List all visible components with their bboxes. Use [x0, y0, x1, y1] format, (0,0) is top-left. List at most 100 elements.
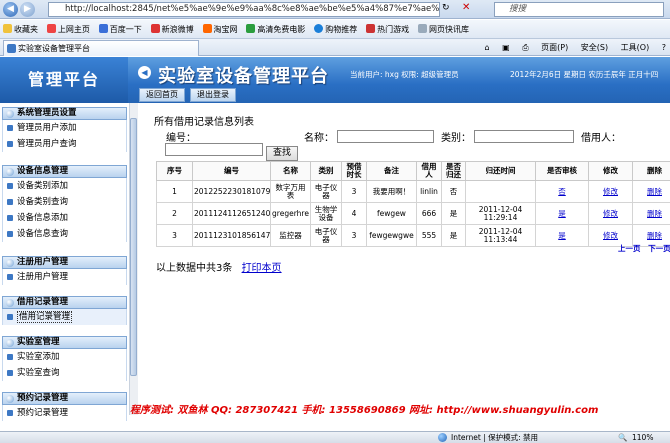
sidebar-item-label: 管理员用户添加 [17, 123, 77, 133]
query-button[interactable]: 查找 [266, 146, 298, 161]
edit-link[interactable]: 修改 [588, 180, 633, 203]
page-menu[interactable]: 页面(P) [541, 43, 568, 52]
user-info: 当前用户: hxg 权限: 超级管理员 [350, 70, 459, 79]
cell-audited-link[interactable]: 是 [535, 202, 589, 225]
zoom-icon[interactable]: 🔍 [618, 432, 627, 443]
delete-link[interactable]: 删除 [632, 180, 670, 203]
logout-button[interactable]: 退出登录 [190, 88, 236, 102]
cell-audited-link[interactable]: 否 [535, 180, 589, 203]
section-icon [6, 168, 14, 176]
favorite-item[interactable]: 新浪微博 [148, 20, 197, 39]
sidebar-section-header[interactable]: 预约记录管理 [2, 392, 127, 405]
favorite-item[interactable]: 淘宝网 [200, 20, 241, 39]
stop-icon[interactable]: ✕ [462, 2, 470, 13]
url-field[interactable]: http://localhost:2845/net%e5%ae%9e%e9%aa… [48, 2, 440, 17]
code-input[interactable] [165, 143, 263, 156]
sidebar-item-borrow[interactable]: 借用记录管理 [2, 309, 127, 325]
delete-link[interactable]: 删除 [632, 202, 670, 225]
sidebar-item-label: 实验室查询 [17, 368, 60, 378]
command-bar: ⌂ ▣ ⎙ 页面(P) 安全(S) 工具(O) ? [474, 40, 666, 55]
home-icon[interactable]: ⌂ [484, 43, 489, 52]
sidebar-section-lab: 实验室管理 实验室添加 实验室查询 [2, 336, 127, 381]
section-title: 注册用户管理 [17, 257, 69, 267]
favorite-label: 百度一下 [109, 25, 142, 34]
sidebar-section-header[interactable]: 借用记录管理 [2, 296, 127, 309]
sidebar-item-label: 设备类别查询 [17, 197, 69, 207]
edit-link[interactable]: 修改 [588, 202, 633, 225]
table-row: 2 20111241126512408 gregerhre 生物学设备 4 fe… [156, 202, 670, 225]
favorite-item[interactable]: 百度一下 [96, 20, 145, 39]
sidebar-section-header[interactable]: 系统管理员设置 [2, 107, 127, 120]
sidebar-item-label: 注册用户管理 [17, 272, 69, 282]
zone-status: Internet | 保护模式: 禁用 [451, 433, 538, 442]
help-icon[interactable]: ? [662, 43, 666, 52]
cell-code: 2012252230181079 [192, 180, 271, 203]
cell-returned: 是 [441, 202, 466, 225]
sidebar-item-label: 设备信息添加 [17, 213, 69, 223]
sidebar-section-header[interactable]: 注册用户管理 [2, 256, 127, 269]
sidebar-item-admin-add[interactable]: 管理员用户添加 [2, 120, 127, 136]
bullet-icon [7, 199, 13, 205]
favorites-button[interactable]: 收藏夹 [0, 20, 41, 39]
favorite-item[interactable]: 网页快讯库 [415, 20, 472, 39]
column-header: 借用人 [416, 161, 442, 181]
forward-icon[interactable]: ▶ [20, 2, 35, 17]
tools-menu[interactable]: 工具(O) [621, 43, 650, 52]
safety-menu[interactable]: 安全(S) [581, 43, 608, 52]
sidebar-item-users[interactable]: 注册用户管理 [2, 269, 127, 285]
name-input[interactable] [337, 130, 434, 143]
tab-current[interactable]: 实验室设备管理平台 [3, 40, 199, 56]
back-home-button[interactable]: 返回首页 [139, 88, 185, 102]
section-title: 实验室管理 [17, 337, 60, 347]
favorite-label: 新浪微博 [161, 25, 194, 34]
page-icon [366, 24, 376, 33]
cell-audited-link[interactable]: 是 [535, 224, 589, 247]
print-icon[interactable]: ⎙ [522, 43, 528, 52]
sidebar-section-header[interactable]: 设备信息管理 [2, 165, 127, 178]
sidebar-item-device-query[interactable]: 设备信息查询 [2, 226, 127, 242]
pager: 上一页 下一页 [618, 243, 670, 254]
cell-code: 20111231018561478 [192, 224, 271, 247]
sidebar-item-lab-add[interactable]: 实验室添加 [2, 349, 127, 365]
sidebar-item-label: 借用记录管理 [17, 311, 73, 323]
sidebar: 系统管理员设置 管理员用户添加 管理员用户查询 设备信息管理 设备类别添加 设备… [0, 103, 128, 421]
page-icon [150, 24, 160, 33]
next-page-link[interactable]: 下一页 [648, 244, 670, 253]
favorites-bar: 收藏夹 上网主页 百度一下 新浪微博 淘宝网 高清免费电影 购物推荐 热门游戏 … [0, 20, 670, 39]
zoom-level[interactable]: 110% [632, 432, 653, 443]
favorite-item[interactable]: 高清免费电影 [243, 20, 308, 39]
scrollbar-thumb[interactable] [130, 118, 137, 376]
prev-page-link[interactable]: 上一页 [618, 244, 641, 253]
page-icon [418, 24, 427, 33]
sidebar-item-category-add[interactable]: 设备类别添加 [2, 178, 127, 194]
sidebar-item-label: 设备信息查询 [17, 229, 69, 239]
refresh-icon[interactable]: ↻ [442, 3, 450, 13]
sidebar-item-device-add[interactable]: 设备信息添加 [2, 210, 127, 226]
sidebar-section-admin: 系统管理员设置 管理员用户添加 管理员用户查询 [2, 107, 127, 152]
record-count: 以上数据中共3条 [156, 263, 233, 274]
search-input[interactable]: 搜搜 [494, 2, 664, 17]
favorite-item[interactable]: 购物推荐 [311, 20, 360, 39]
column-header: 名称 [270, 161, 311, 181]
category-input[interactable] [474, 130, 574, 143]
sidebar-item-lab-query[interactable]: 实验室查询 [2, 365, 127, 381]
favorite-label: 网页快讯库 [429, 25, 469, 34]
print-link[interactable]: 打印本页 [242, 263, 282, 274]
collapse-arrow-icon[interactable]: ◀ [138, 66, 151, 79]
cell-code: 20111241126512408 [192, 202, 271, 225]
bullet-icon [7, 215, 13, 221]
sidebar-item-reservation[interactable]: 预约记录管理 [2, 405, 127, 421]
sidebar-item-category-query[interactable]: 设备类别查询 [2, 194, 127, 210]
back-icon[interactable]: ◀ [3, 2, 18, 17]
column-header: 序号 [156, 161, 193, 181]
favorite-item[interactable]: 上网主页 [44, 20, 93, 39]
sidebar-section-header[interactable]: 实验室管理 [2, 336, 127, 349]
bullet-icon [7, 274, 13, 280]
sidebar-item-admin-query[interactable]: 管理员用户查询 [2, 136, 127, 152]
table-row: 1 2012252230181079 数字万用表 电子仪器 3 我要用啊！ li… [156, 180, 670, 203]
cell-category: 生物学设备 [310, 202, 342, 225]
favorite-item[interactable]: 热门游戏 [363, 20, 412, 39]
star-icon [3, 24, 12, 33]
category-label: 类别： [441, 133, 471, 144]
feeds-icon[interactable]: ▣ [502, 43, 510, 52]
